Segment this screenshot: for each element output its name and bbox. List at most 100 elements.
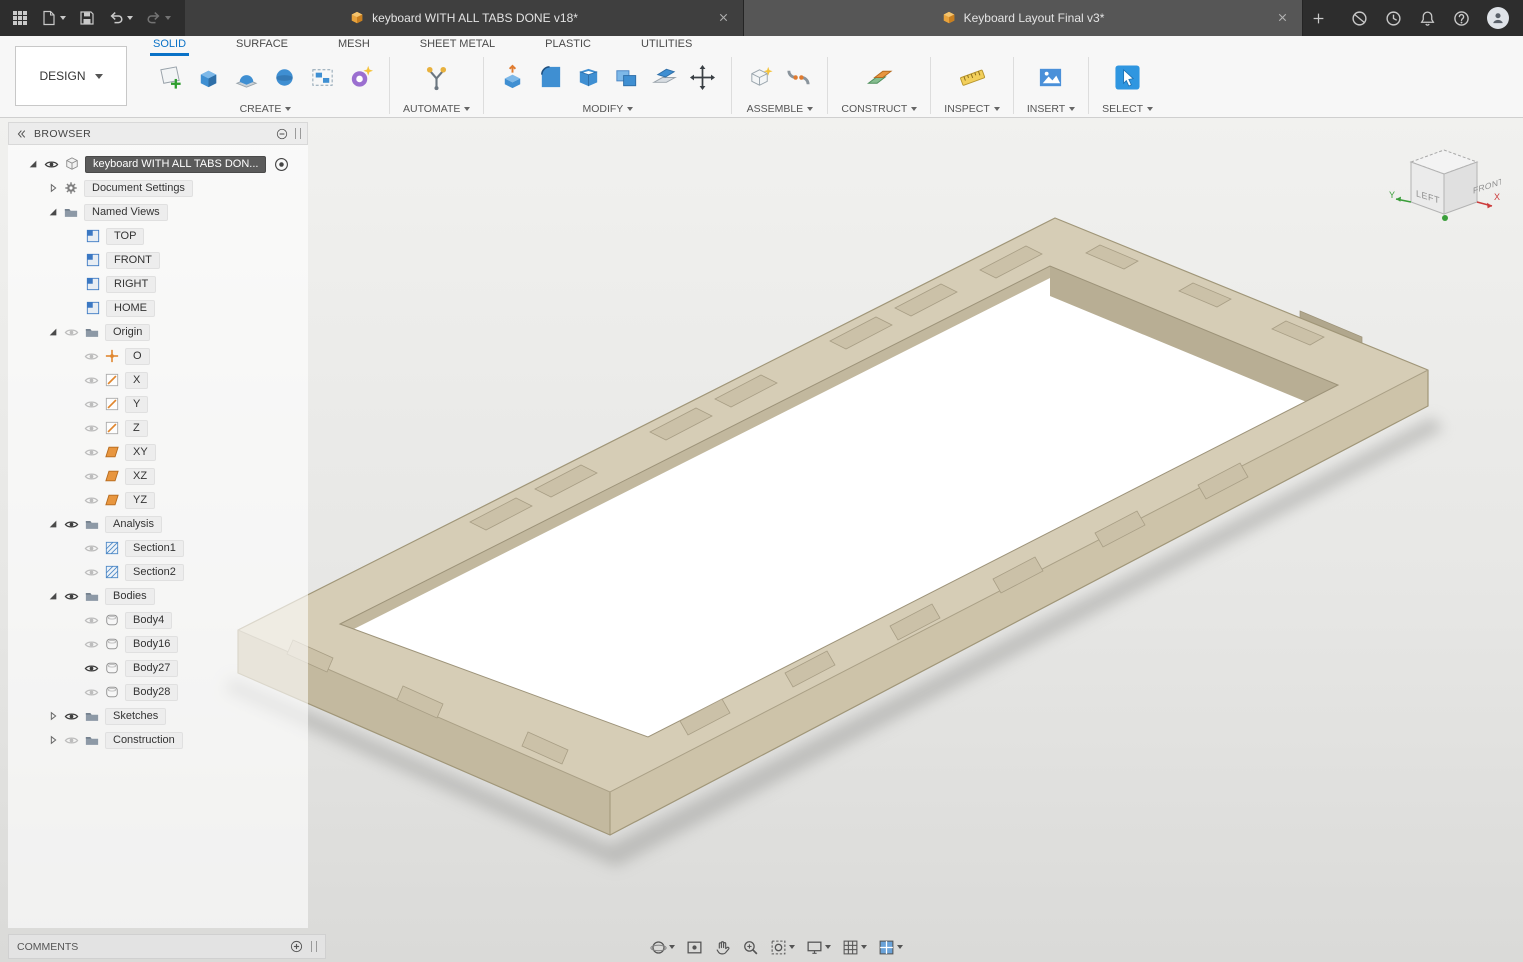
tree-item-view-top[interactable]: TOP: [8, 224, 308, 248]
close-tab-icon[interactable]: [717, 11, 730, 24]
visibility-eye-icon[interactable]: [64, 733, 79, 748]
expander-closed-icon[interactable]: [48, 735, 58, 745]
tree-item-axis-z[interactable]: Z: [8, 416, 308, 440]
undo-button[interactable]: [106, 8, 135, 28]
tree-item-body27[interactable]: Body27: [8, 656, 308, 680]
viewcube[interactable]: LEFT FRONT Y X: [1389, 138, 1501, 238]
visibility-eye-icon[interactable]: [84, 493, 99, 508]
panel-resize-handle[interactable]: [311, 941, 317, 952]
tree-item-bodies[interactable]: Bodies: [8, 584, 308, 608]
construction-plane-button[interactable]: [864, 62, 895, 93]
fillet-button[interactable]: [535, 62, 566, 93]
modify-group-label[interactable]: MODIFY: [582, 103, 633, 115]
combine-button[interactable]: [611, 62, 642, 93]
job-status-clock-icon[interactable]: [1385, 10, 1402, 27]
shell-button[interactable]: [573, 62, 604, 93]
tab-utilities[interactable]: UTILITIES: [638, 36, 695, 53]
visibility-eye-icon[interactable]: [84, 373, 99, 388]
expander-open-icon[interactable]: [48, 327, 58, 337]
tab-surface[interactable]: SURFACE: [233, 36, 291, 53]
save-button[interactable]: [77, 8, 97, 28]
tree-item-body16[interactable]: Body16: [8, 632, 308, 656]
workspace-selector[interactable]: DESIGN: [15, 46, 127, 106]
revolve-button[interactable]: [231, 62, 262, 93]
visibility-eye-icon[interactable]: [64, 589, 79, 604]
visibility-eye-icon[interactable]: [84, 637, 99, 652]
viewports-button[interactable]: [874, 936, 907, 959]
comments-bar[interactable]: COMMENTS: [8, 934, 326, 959]
visibility-eye-icon[interactable]: [84, 661, 99, 676]
tree-item-plane-yz[interactable]: YZ: [8, 488, 308, 512]
expander-open-icon[interactable]: [48, 207, 58, 217]
tree-item-analysis[interactable]: Analysis: [8, 512, 308, 536]
tree-item-axis-x[interactable]: X: [8, 368, 308, 392]
move-copy-button[interactable]: [687, 62, 718, 93]
close-tab-icon[interactable]: [1276, 11, 1289, 24]
tree-item-view-front[interactable]: FRONT: [8, 248, 308, 272]
panel-minimize-icon[interactable]: [276, 128, 288, 140]
select-group-label[interactable]: SELECT: [1102, 103, 1153, 115]
tree-item-section2[interactable]: Section2: [8, 560, 308, 584]
tree-item-view-home[interactable]: HOME: [8, 296, 308, 320]
expander-open-icon[interactable]: [48, 519, 58, 529]
measure-button[interactable]: [957, 62, 988, 93]
inspect-group-label[interactable]: INSPECT: [944, 103, 1000, 115]
pattern-button[interactable]: [307, 62, 338, 93]
visibility-eye-icon[interactable]: [64, 709, 79, 724]
tree-item-plane-xz[interactable]: XZ: [8, 464, 308, 488]
avatar[interactable]: [1487, 7, 1509, 29]
document-tab-active[interactable]: keyboard WITH ALL TABS DONE v18*: [185, 0, 744, 36]
expander-closed-icon[interactable]: [48, 183, 58, 193]
file-menu-button[interactable]: [39, 8, 68, 28]
activate-component-icon[interactable]: [274, 157, 289, 172]
select-button[interactable]: [1112, 62, 1143, 93]
visibility-eye-icon[interactable]: [84, 469, 99, 484]
assemble-group-label[interactable]: ASSEMBLE: [747, 103, 814, 115]
grid-settings-button[interactable]: [838, 936, 871, 959]
create-group-label[interactable]: CREATE: [240, 103, 292, 115]
pan-button[interactable]: [710, 936, 735, 959]
display-settings-button[interactable]: [802, 936, 835, 959]
tree-item-construction[interactable]: Construction: [8, 728, 308, 752]
tree-item-section1[interactable]: Section1: [8, 536, 308, 560]
sphere-button[interactable]: [269, 62, 300, 93]
new-component-button[interactable]: [745, 62, 776, 93]
tree-item-sketches[interactable]: Sketches: [8, 704, 308, 728]
document-tab-inactive[interactable]: Keyboard Layout Final v3*: [744, 0, 1303, 36]
automate-button[interactable]: [421, 62, 452, 93]
tree-item-body4[interactable]: Body4: [8, 608, 308, 632]
visibility-eye-icon[interactable]: [84, 445, 99, 460]
tree-item-plane-xy[interactable]: XY: [8, 440, 308, 464]
expander-open-icon[interactable]: [28, 159, 38, 169]
extensions-icon[interactable]: [1351, 10, 1368, 27]
offset-face-button[interactable]: [649, 62, 680, 93]
panel-resize-handle[interactable]: [295, 128, 301, 139]
tab-plastic[interactable]: PLASTIC: [542, 36, 594, 53]
tree-item-axis-y[interactable]: Y: [8, 392, 308, 416]
visibility-eye-icon[interactable]: [64, 517, 79, 532]
tree-item-view-right[interactable]: RIGHT: [8, 272, 308, 296]
create-sketch-button[interactable]: [155, 62, 186, 93]
tree-item-root-component[interactable]: keyboard WITH ALL TABS DON...: [8, 152, 308, 176]
construct-group-label[interactable]: CONSTRUCT: [841, 103, 917, 115]
orbit-button[interactable]: [646, 936, 679, 959]
tree-item-named-views[interactable]: Named Views: [8, 200, 308, 224]
tree-item-body28[interactable]: Body28: [8, 680, 308, 704]
add-comment-icon[interactable]: [290, 940, 303, 953]
fit-button[interactable]: [766, 936, 799, 959]
visibility-eye-icon[interactable]: [84, 421, 99, 436]
visibility-eye-icon[interactable]: [64, 325, 79, 340]
tree-item-document-settings[interactable]: Document Settings: [8, 176, 308, 200]
notifications-bell-icon[interactable]: [1419, 10, 1436, 27]
expander-closed-icon[interactable]: [48, 711, 58, 721]
visibility-eye-icon[interactable]: [44, 157, 59, 172]
collapse-panel-icon[interactable]: [15, 128, 27, 140]
app-grid-button[interactable]: [10, 8, 30, 28]
tree-item-origin-point[interactable]: O: [8, 344, 308, 368]
insert-group-label[interactable]: INSERT: [1027, 103, 1075, 115]
tab-sheet-metal[interactable]: SHEET METAL: [417, 36, 498, 53]
tab-mesh[interactable]: MESH: [335, 36, 373, 53]
extrude-button[interactable]: [193, 62, 224, 93]
visibility-eye-icon[interactable]: [84, 565, 99, 580]
joint-button[interactable]: [783, 62, 814, 93]
